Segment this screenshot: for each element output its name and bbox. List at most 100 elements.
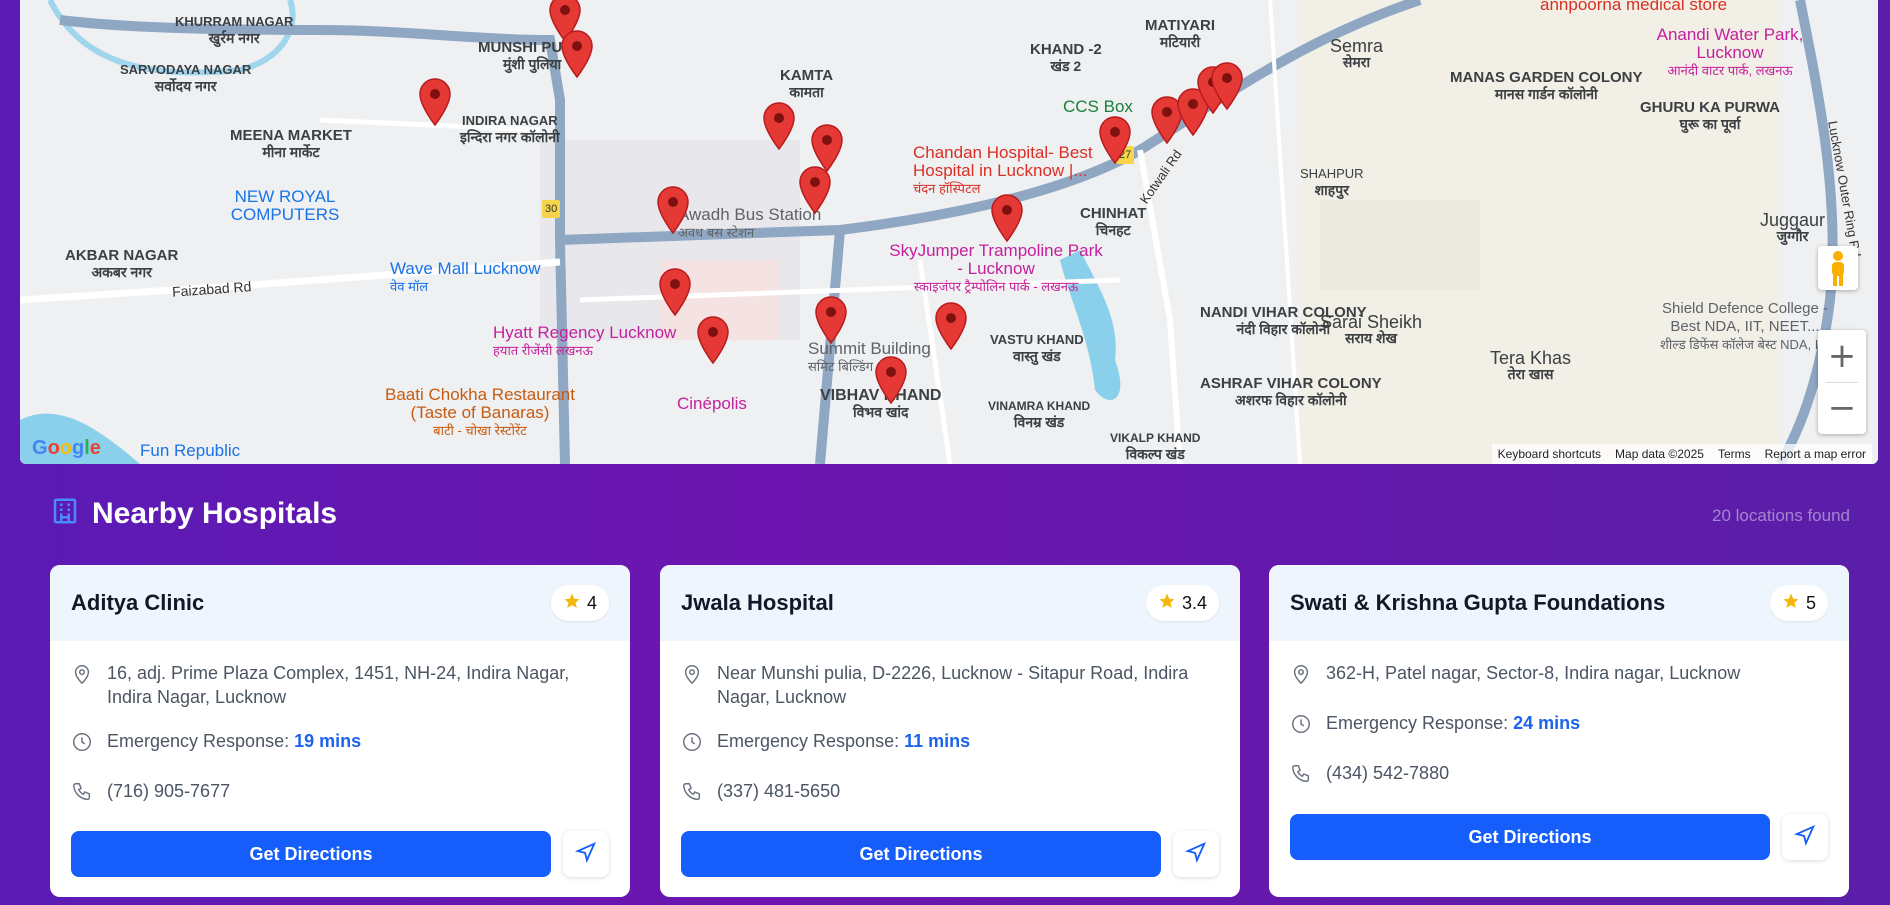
phone-row: (337) 481-5650 (681, 779, 1219, 809)
navigate-button[interactable] (1173, 831, 1219, 877)
emergency-row: Emergency Response: 19 mins (71, 729, 609, 759)
road-number-badge: 30 (542, 200, 561, 218)
hospital-marker-pin-icon[interactable] (560, 30, 594, 78)
hospital-name: Jwala Hospital (681, 590, 834, 615)
area-label: GHURU KA PURWA घुरू का पूर्वा (1640, 99, 1781, 133)
hospital-name: Swati & Krishna Gupta Foundations (1290, 590, 1666, 615)
hospital-marker-pin-icon[interactable] (798, 166, 832, 214)
poi-label[interactable]: Anandi Water Park, Lucknow आनंदी वाटर पार… (1650, 26, 1810, 80)
poi-label[interactable]: CCS Box (1063, 98, 1133, 116)
poi-label[interactable]: Cinépolis (677, 395, 747, 413)
address-text: Near Munshi pulia, D-2226, Lucknow - Sit… (717, 663, 1189, 707)
navigation-arrow-icon (1793, 824, 1816, 851)
hospital-card: Swati & Krishna Gupta Foundations 5 362-… (1269, 565, 1849, 897)
area-label: Tera Khas तेरा खास (1490, 348, 1572, 382)
area-label: ASHRAF VIHAR COLONY अशरफ विहार कॉलोनी (1200, 375, 1382, 409)
address-row: 16, adj. Prime Plaza Complex, 1451, NH-2… (71, 661, 609, 709)
section-title: Nearby Hospitals (92, 496, 338, 530)
street-view-pegman-icon[interactable] (1818, 246, 1858, 290)
emergency-row: Emergency Response: 24 mins (1290, 711, 1828, 741)
area-label: SHAHPUR शाहपुर (1300, 166, 1364, 198)
hospital-card: Aditya Clinic 4 16, adj. Prime Plaza Com… (50, 565, 630, 897)
area-label: VASTU KHAND वास्तु खंड (990, 332, 1084, 364)
zoom-control: + − (1818, 330, 1866, 434)
emergency-label: Emergency Response: (717, 731, 900, 751)
poi-label[interactable]: NEW ROYAL COMPUTERS (220, 188, 350, 224)
hospital-marker-pin-icon[interactable] (1210, 62, 1244, 110)
hospital-marker-pin-icon[interactable] (658, 268, 692, 316)
zoom-out-button[interactable]: − (1818, 382, 1866, 434)
area-label: SARVODAYA NAGAR सर्वोदय नगर (120, 62, 252, 94)
phone-icon (1290, 761, 1314, 791)
star-icon (563, 592, 581, 615)
poi-label[interactable]: Wave Mall Lucknow वेव मॉल (390, 260, 541, 296)
emergency-row: Emergency Response: 11 mins (681, 729, 1219, 759)
hospital-marker-pin-icon[interactable] (990, 194, 1024, 242)
get-directions-button[interactable]: Get Directions (71, 831, 551, 877)
hospital-marker-pin-icon[interactable] (418, 78, 452, 126)
phone-row: (716) 905-7677 (71, 779, 609, 809)
area-label: MEENA MARKET मीना मार्केट (230, 127, 352, 161)
hospital-marker-pin-icon[interactable] (1098, 116, 1132, 164)
hospital-marker-pin-icon[interactable] (810, 124, 844, 172)
emergency-time: 19 mins (294, 731, 362, 751)
rating-value: 5 (1805, 592, 1816, 613)
poi-label[interactable]: SkyJumper Trampoline Park - Lucknow स्काइ… (886, 242, 1106, 296)
rating-badge: 5 (1769, 585, 1828, 621)
report-error-link[interactable]: Report a map error (1765, 447, 1866, 461)
keyboard-shortcuts-link[interactable]: Keyboard shortcuts (1498, 447, 1601, 461)
area-label: VINAMRA KHAND विनम्र खंड (988, 399, 1091, 430)
phone-icon (681, 779, 705, 809)
navigate-button[interactable] (563, 831, 609, 877)
location-pin-icon (681, 661, 705, 709)
phone-icon (71, 779, 95, 809)
emergency-label: Emergency Response: (1326, 713, 1509, 733)
get-directions-button[interactable]: Get Directions (681, 831, 1161, 877)
hospital-name: Aditya Clinic (71, 590, 205, 615)
phone-number[interactable]: (337) 481-5650 (717, 779, 840, 809)
poi-label[interactable]: Fun Republic (140, 442, 240, 460)
section-header: Nearby Hospitals (50, 496, 337, 531)
hospital-card: Jwala Hospital 3.4 Near Munshi pulia, D-… (660, 565, 1240, 897)
get-directions-button[interactable]: Get Directions (1290, 814, 1770, 860)
star-icon (1158, 592, 1176, 615)
map-data-text: Map data ©2025 (1615, 447, 1704, 461)
area-label: INDIRA NAGAR इन्दिरा नगर कॉलोनी (460, 113, 560, 145)
hospital-marker-pin-icon[interactable] (656, 186, 690, 234)
poi-label[interactable]: Shield Defence College - Best NDA, IIT, … (1650, 300, 1840, 354)
rating-value: 4 (586, 592, 597, 613)
phone-number[interactable]: (716) 905-7677 (107, 779, 230, 809)
poi-label[interactable]: Summit Building समिट बिल्डिंग (808, 340, 931, 376)
area-label: MANAS GARDEN COLONY मानस गार्डन कॉलोनी (1450, 69, 1643, 103)
navigate-button[interactable] (1782, 814, 1828, 860)
address-text: 16, adj. Prime Plaza Complex, 1451, NH-2… (107, 663, 570, 707)
emergency-time: 24 mins (1513, 713, 1581, 733)
navigation-arrow-icon (574, 841, 597, 868)
map-view[interactable]: KHURRAM NAGAR खुर्रम नगर SARVODAYA NAGAR स… (20, 0, 1878, 464)
poi-label[interactable]: Baati Chokha Restaurant (Taste of Banara… (380, 386, 580, 440)
address-row: 362-H, Patel nagar, Sector-8, Indira nag… (1290, 661, 1828, 691)
area-label: MATIYARI मटियारी (1145, 17, 1216, 51)
area-label: KAMTA कामता (780, 67, 834, 101)
navigation-arrow-icon (1184, 841, 1207, 868)
location-pin-icon (71, 661, 95, 709)
locations-count: 20 locations found (1712, 506, 1850, 525)
map-footer: Keyboard shortcuts Map data ©2025 Terms … (1491, 444, 1872, 464)
area-label: KHAND -2 खंड 2 (1030, 41, 1102, 75)
area-label: Juggaur जुग्गौर (1760, 210, 1826, 244)
zoom-in-button[interactable]: + (1818, 330, 1866, 382)
hospital-marker-pin-icon[interactable] (874, 356, 908, 404)
area-label: VIKALP KHAND विकल्प खंड (1110, 431, 1201, 462)
address-text: 362-H, Patel nagar, Sector-8, Indira nag… (1326, 663, 1741, 683)
phone-number[interactable]: (434) 542-7880 (1326, 761, 1449, 791)
terms-link[interactable]: Terms (1718, 447, 1751, 461)
star-icon (1782, 592, 1800, 615)
hospital-marker-pin-icon[interactable] (934, 302, 968, 350)
google-logo: Google (32, 437, 101, 459)
hospital-marker-pin-icon[interactable] (762, 102, 796, 150)
poi-label[interactable]: Hyatt Regency Lucknow हयात रीजेंसी लखनऊ (493, 324, 676, 360)
poi-label[interactable]: annpoorna medical store (1540, 0, 1727, 14)
area-label: AKBAR NAGAR अकबर नगर (65, 247, 179, 281)
hospital-marker-pin-icon[interactable] (814, 296, 848, 344)
hospital-marker-pin-icon[interactable] (696, 316, 730, 364)
